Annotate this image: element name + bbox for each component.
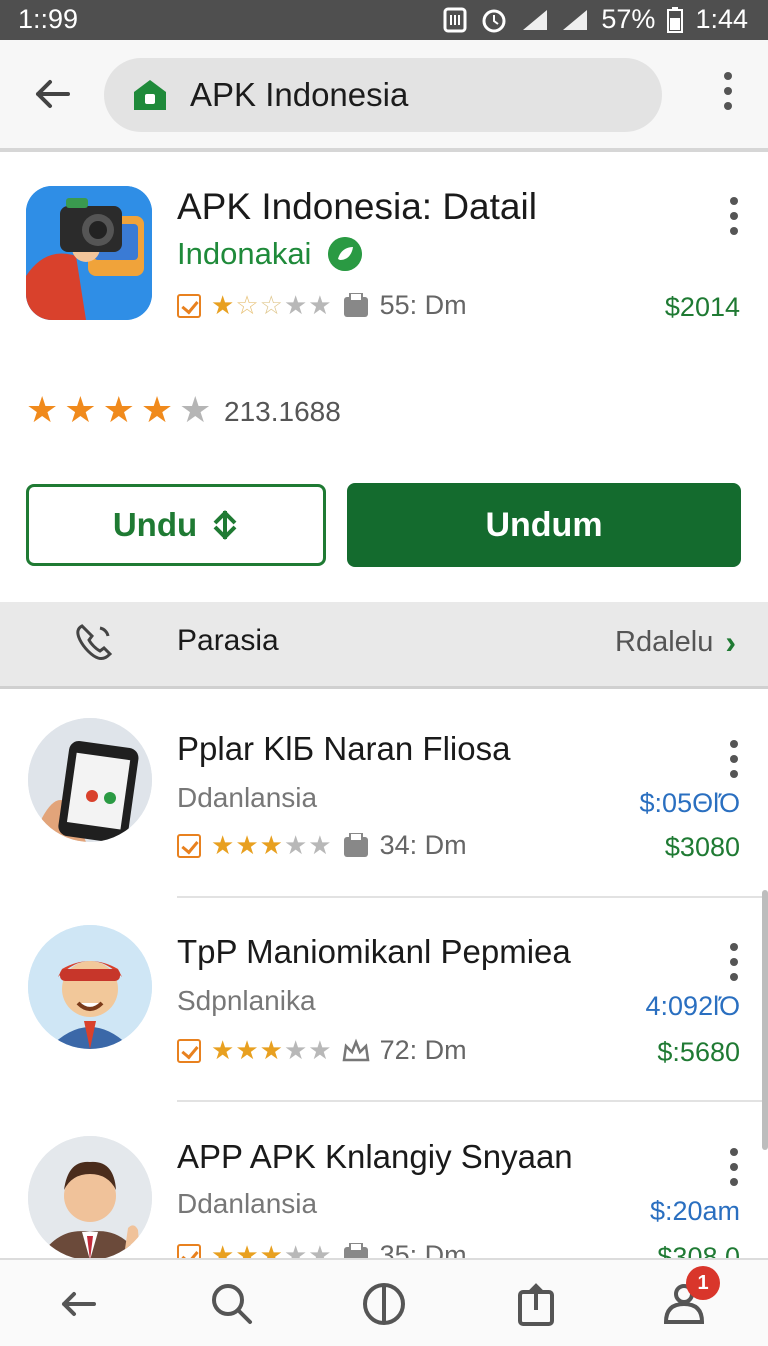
signal-icon — [523, 9, 548, 30]
list-item-meta: ★ ★ ★ ★ ★ 72: Dm — [177, 1035, 467, 1066]
notification-badge: 1 — [686, 1266, 720, 1300]
bottom-navigation — [0, 1258, 768, 1346]
app-meta-row: ★ ☆ ☆ ★ ★ 55: Dm — [177, 290, 467, 321]
list-item-more-icon[interactable] — [730, 740, 738, 778]
nav-back-arrow-icon[interactable] — [54, 1280, 102, 1328]
app-size: 55: Dm — [379, 290, 467, 320]
status-icons: 57% 1:44 — [443, 4, 748, 35]
star-full-icon: ★ — [64, 389, 97, 430]
list-item-subtitle: Ddanlansia — [177, 782, 318, 813]
battery-percent: 57% — [601, 4, 656, 34]
list-item-title: APP APK Knlangiy Snyaan — [177, 1138, 573, 1175]
divider — [177, 1100, 768, 1102]
store-icon — [134, 80, 166, 110]
star-empty-icon: ★ — [179, 389, 212, 430]
app-title: APK Indonesia: Datail — [177, 186, 537, 227]
rating-stars: ★ ★ ★ ★ ★ — [26, 390, 211, 430]
list-item-stars: ★ ★ ★ ★ ★ — [211, 830, 332, 860]
developer-name[interactable]: Indonakai — [177, 236, 311, 272]
signal-icon-2 — [563, 9, 588, 30]
status-time-right: 1:44 — [695, 4, 748, 34]
storage-icon — [343, 292, 368, 317]
storage-icon — [343, 832, 368, 857]
list-item-title: Pplar KlБ Naran Fliosa — [177, 730, 511, 767]
app-rating-stars-small: ★ ☆ ☆ ★ ★ — [211, 290, 332, 320]
list-item-price-top: $:05ΘlΌ — [639, 788, 740, 818]
star-full-icon: ★ — [26, 389, 59, 430]
search-bar[interactable]: APK Indonesia — [104, 58, 662, 132]
list-item-meta: ★ ★ ★ ★ ★ 34: Dm — [177, 830, 467, 861]
app-illustration — [26, 186, 152, 320]
arrow-icon — [213, 510, 237, 540]
section-title: Parasia — [177, 624, 279, 657]
divider — [177, 896, 768, 898]
section-link[interactable]: Rdalelu › — [615, 624, 736, 661]
app-avatar — [28, 925, 152, 1049]
app-avatar — [28, 1136, 152, 1260]
editor-check-icon — [177, 833, 201, 858]
star-full-icon: ★ — [102, 389, 135, 430]
list-item-price-bottom: $:5680 — [657, 1037, 740, 1067]
compass-icon[interactable] — [360, 1280, 408, 1328]
app-more-vert-icon[interactable] — [730, 197, 738, 235]
crown-icon — [342, 1038, 370, 1061]
editor-check-icon — [177, 1038, 201, 1063]
search-icon[interactable] — [208, 1280, 256, 1328]
scrollbar[interactable] — [762, 890, 768, 1150]
list-item-size: 72: Dm — [379, 1035, 467, 1065]
list-item-stars: ★ ★ ★ ★ ★ — [211, 1035, 332, 1065]
app-price: $2014 — [664, 292, 740, 322]
list-item-price-top: $:20am — [649, 1196, 740, 1226]
battery-icon — [667, 6, 684, 33]
list-item-subtitle: Ddanlansia — [177, 1188, 318, 1219]
phone-icon — [76, 624, 113, 660]
install-button[interactable]: Undum — [347, 483, 741, 567]
app-icon — [26, 186, 152, 320]
chevron-right-icon: › — [725, 624, 736, 660]
list-item-size: 34: Dm — [379, 830, 467, 860]
list-item-price-bottom: $3080 — [664, 832, 740, 862]
back-arrow-icon[interactable] — [28, 70, 76, 118]
alarm-icon — [482, 9, 506, 32]
more-vert-icon[interactable] — [718, 72, 738, 118]
secondary-download-button[interactable]: Undu — [26, 484, 326, 566]
rating-count: 213.1688 — [224, 396, 341, 427]
list-item[interactable]: Pplar KlБ Naran Fliosa Ddanlansia $:05Θl… — [0, 700, 768, 900]
section-link-label: Rdalelu — [615, 626, 714, 658]
list-item-subtitle: Sdpnlanika — [177, 985, 316, 1016]
editor-check-icon — [177, 293, 201, 318]
status-time-left: 1::99 — [18, 4, 79, 34]
star-full-icon: ★ — [140, 389, 174, 430]
list-item[interactable]: TpP Maniomikanl Pepmiea Sdpnlanika 4:092… — [0, 905, 768, 1105]
app-avatar — [28, 718, 152, 842]
list-item-title: TpP Maniomikanl Pepmiea — [177, 933, 571, 970]
search-text: APK Indonesia — [190, 76, 409, 113]
top-app-bar: APK Indonesia — [0, 40, 768, 152]
list-item-more-icon[interactable] — [730, 943, 738, 981]
section-header[interactable]: Parasia Rdalelu › — [0, 602, 768, 689]
list-item-price-top: 4:092lΌ — [645, 991, 740, 1021]
verified-leaf-icon — [328, 237, 362, 271]
secondary-button-label: Undu — [112, 506, 198, 543]
status-bar: 1::99 57% 1:44 — [0, 0, 768, 40]
nfc-icon — [443, 7, 467, 32]
install-button-label: Undum — [485, 505, 603, 544]
list-item-more-icon[interactable] — [730, 1148, 738, 1186]
share-icon[interactable] — [512, 1280, 560, 1328]
